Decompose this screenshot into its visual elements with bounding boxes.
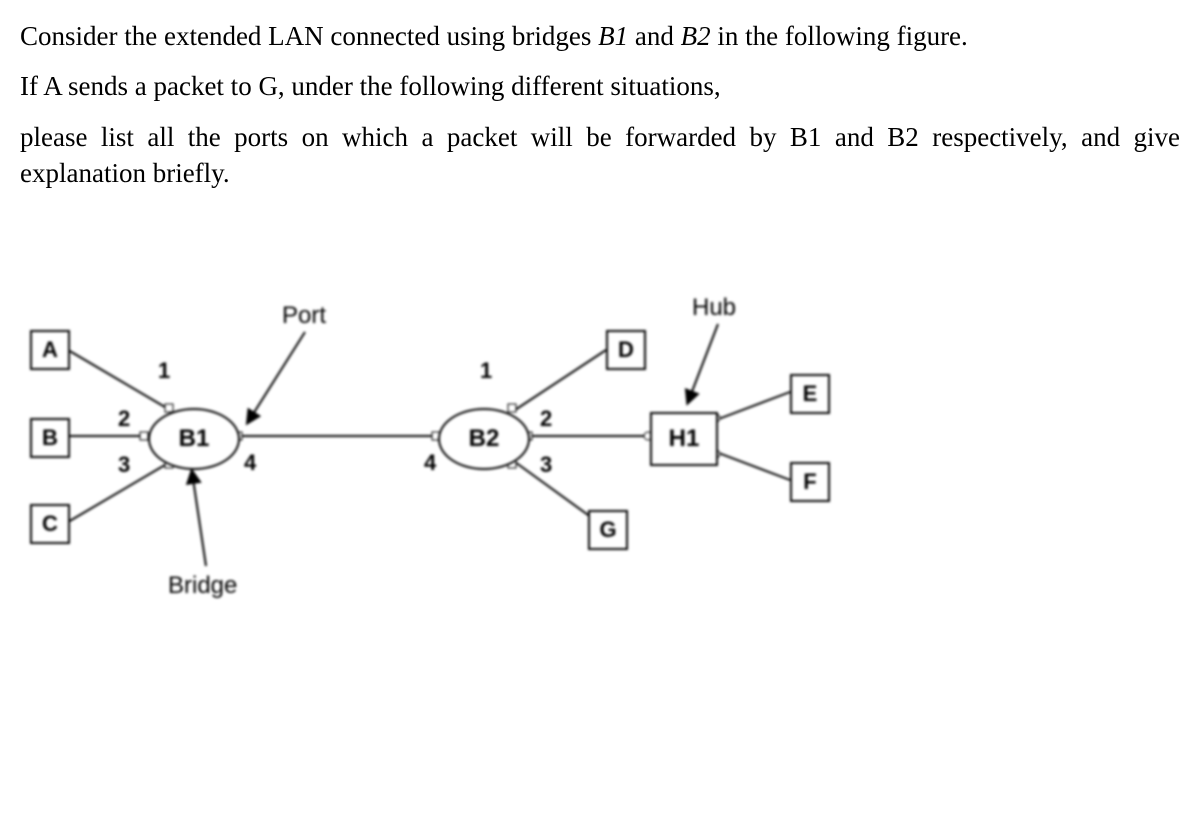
port-b1-1: 1 xyxy=(158,356,170,386)
bridge-label: Bridge xyxy=(168,570,237,602)
port-b1-2: 2 xyxy=(118,404,130,434)
port-b2-1: 1 xyxy=(480,356,492,386)
hub-h1: H1 xyxy=(650,412,718,466)
bridge-b1-ref: B1 xyxy=(598,21,628,51)
host-a: A xyxy=(30,330,70,370)
port-b1-3: 3 xyxy=(118,450,130,480)
port-b2-3: 3 xyxy=(540,450,552,480)
problem-para-1: Consider the extended LAN connected usin… xyxy=(20,18,1180,54)
host-g: G xyxy=(588,510,628,550)
port-b1-4: 4 xyxy=(244,448,256,478)
hub-label: Hub xyxy=(692,292,736,324)
host-e: E xyxy=(790,374,830,414)
text: and xyxy=(628,21,680,51)
port-b2-2: 2 xyxy=(540,404,552,434)
problem-para-3: please list all the ports on which a pac… xyxy=(20,119,1180,192)
problem-text: Consider the extended LAN connected usin… xyxy=(20,18,1180,192)
host-d: D xyxy=(606,330,646,370)
port-label: Port xyxy=(282,300,326,332)
host-f: F xyxy=(790,462,830,502)
text: Consider the extended LAN connected usin… xyxy=(20,21,598,51)
problem-para-2: If A sends a packet to G, under the foll… xyxy=(20,68,1180,104)
network-diagram: A B C D E F G B1 B2 H1 1 2 3 4 1 2 3 4 P… xyxy=(20,292,840,652)
bridge-b2: B2 xyxy=(438,408,530,470)
host-b: B xyxy=(30,418,70,458)
bridge-b1: B1 xyxy=(148,408,240,470)
bridge-b2-ref: B2 xyxy=(681,21,711,51)
port-b2-4: 4 xyxy=(424,448,436,478)
host-c: C xyxy=(30,504,70,544)
text: in the following figure. xyxy=(711,21,968,51)
